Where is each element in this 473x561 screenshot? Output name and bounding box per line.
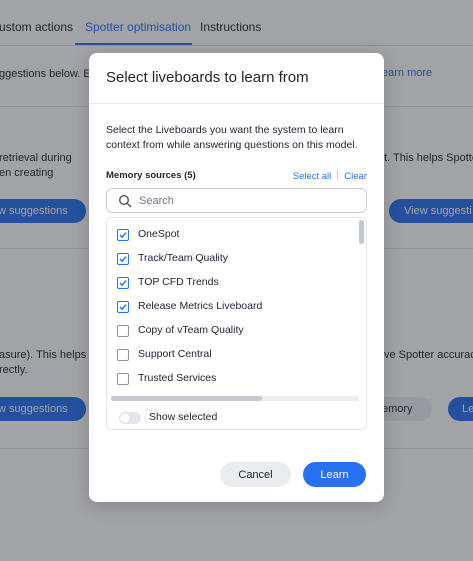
checkbox-checked[interactable] [117, 301, 129, 313]
checkbox-checked[interactable] [117, 277, 129, 289]
list-item-label: TOP CFD Trends [138, 276, 219, 288]
list-item[interactable]: OneSpot [107, 223, 355, 247]
show-selected-label: Show selected [149, 411, 218, 423]
list-item-label: OneSpot [138, 228, 180, 240]
search-icon [118, 194, 132, 208]
select-all-link[interactable]: Select all [293, 171, 332, 182]
checkbox-unchecked[interactable] [117, 325, 129, 337]
cancel-button[interactable]: Cancel [220, 462, 291, 487]
list-item[interactable]: TOP CFD Trends [107, 271, 355, 295]
list-item[interactable]: Copy of vTeam Quality [107, 319, 355, 343]
list-item[interactable]: Track/Team Quality [107, 247, 355, 271]
list-item[interactable]: Trusted Services [107, 367, 355, 391]
clear-link[interactable]: Clear [344, 171, 367, 182]
list-item[interactable]: Support Central [107, 343, 355, 367]
memory-sources-label: Memory sources (5) [106, 170, 196, 181]
horizontal-scrollbar-thumb[interactable] [111, 396, 262, 401]
list-item-label: Track/Team Quality [138, 252, 229, 264]
dialog-title: Select liveboards to learn from [106, 69, 309, 86]
checkbox-unchecked[interactable] [117, 349, 129, 361]
search-box[interactable] [106, 188, 367, 213]
show-selected-toggle[interactable] [119, 412, 141, 424]
actions-divider [337, 170, 339, 180]
dialog-description: Select the Liveboards you want the syste… [106, 124, 358, 151]
list-item-label: Support Central [138, 348, 212, 360]
checkbox-unchecked[interactable] [117, 373, 129, 385]
list-item-label: Release Metrics Liveboard [138, 300, 263, 312]
learn-button[interactable]: Learn [303, 462, 366, 487]
list-item-label: Copy of vTeam Quality [138, 324, 244, 336]
select-liveboards-dialog: Select liveboards to learn from Select t… [89, 53, 384, 502]
liveboard-list: OneSpot Track/Team Quality TOP CFD Trend… [106, 217, 367, 430]
list-item-label: Trusted Services [138, 372, 217, 384]
checkbox-checked[interactable] [117, 253, 129, 265]
checkbox-checked[interactable] [117, 229, 129, 241]
toggle-knob [120, 413, 130, 423]
memory-sources-actions: Select all Clear [293, 170, 367, 182]
vertical-scrollbar-thumb[interactable] [359, 220, 364, 244]
list-item[interactable]: Release Metrics Liveboard [107, 295, 355, 319]
dialog-header-divider [89, 103, 384, 104]
memory-sources-row: Memory sources (5) Select all Clear [106, 170, 367, 184]
vertical-scrollbar-track[interactable] [359, 220, 364, 396]
search-input[interactable] [139, 190, 359, 211]
